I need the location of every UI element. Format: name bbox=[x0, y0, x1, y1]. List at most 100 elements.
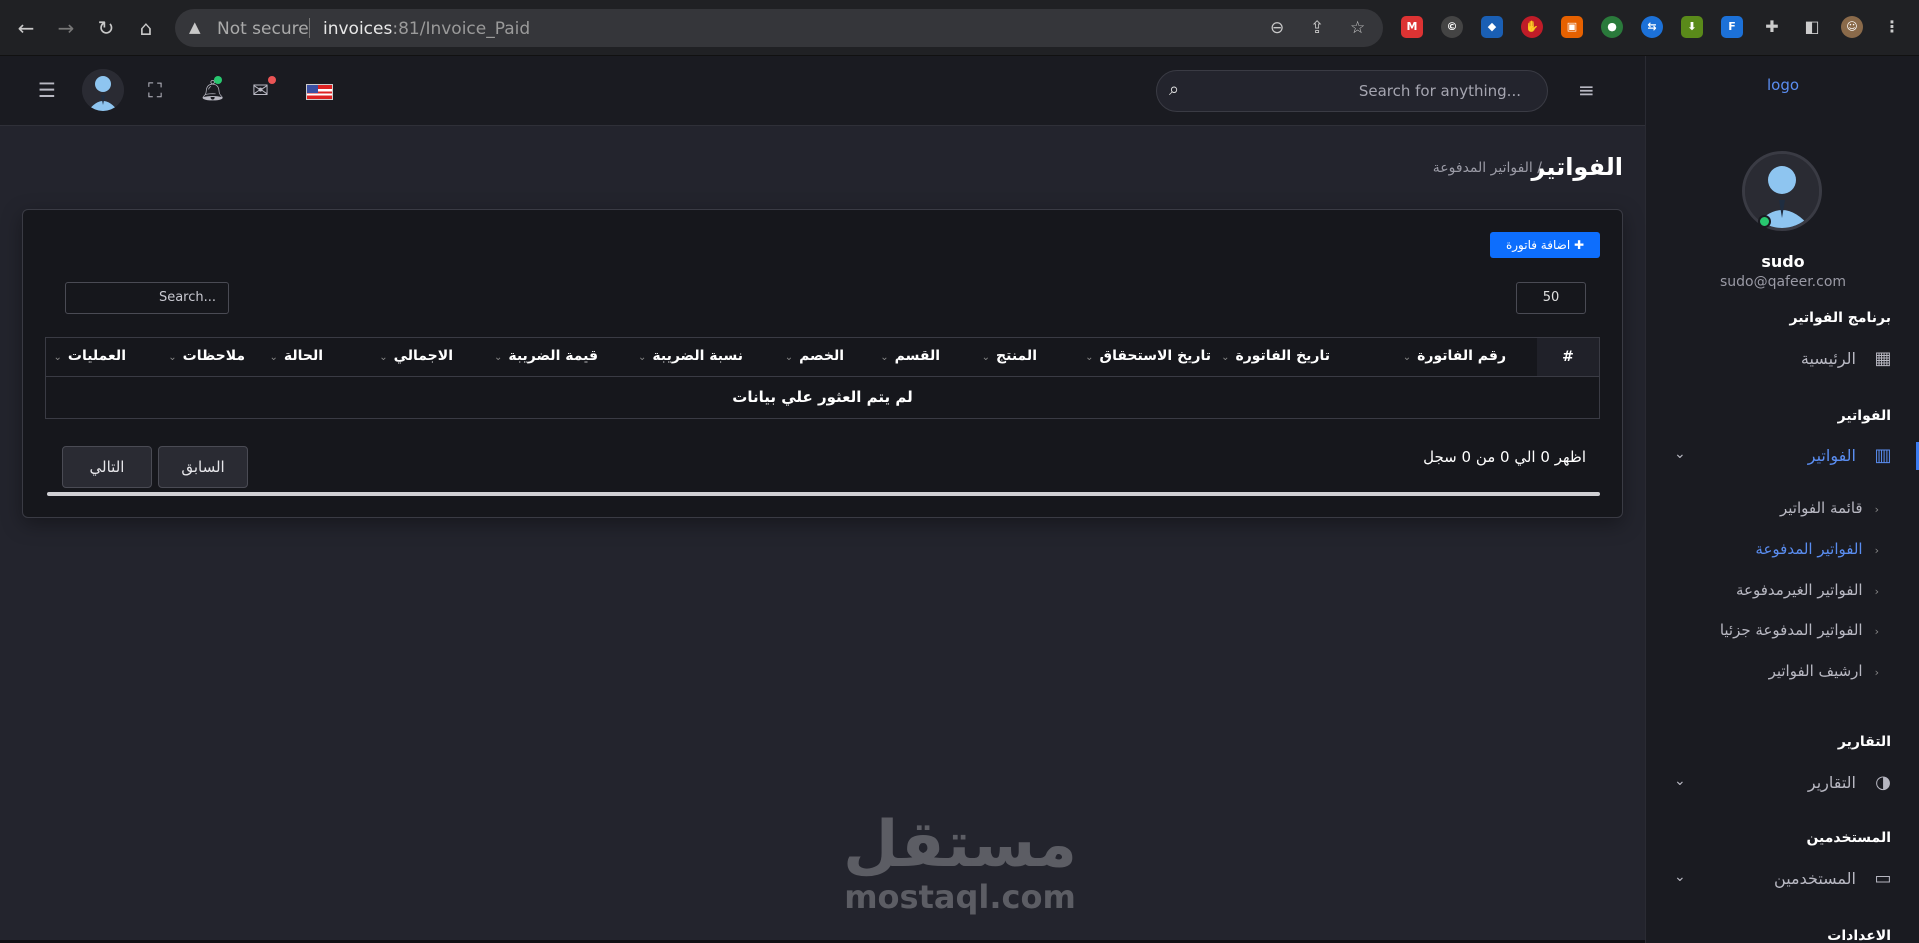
search-placeholder: Search for anything... bbox=[1358, 82, 1521, 100]
browser-chrome: ← → ↻ ⌂ ▲ Not secure invoices:81/Invoice… bbox=[0, 0, 1919, 56]
user-name: sudo bbox=[1761, 252, 1805, 271]
profile-avatar[interactable]: ☺ bbox=[1841, 16, 1863, 38]
column-hash[interactable]: # bbox=[1537, 338, 1599, 376]
chat-icon: ▭ bbox=[1874, 868, 1892, 889]
fullscreen-icon[interactable]: ⛶ bbox=[148, 80, 162, 100]
sidebar-item-invoices[interactable]: ▥ الفواتير ⌄ bbox=[1674, 439, 1894, 473]
extension-icon[interactable]: ▣ bbox=[1561, 16, 1583, 38]
column-header[interactable]: القسم⌄ bbox=[880, 348, 940, 364]
table-header: # رقم الفاتورة⌄ تاريخ الفاتورة⌄ تاريخ ال… bbox=[45, 337, 1600, 377]
sidebar-item-users[interactable]: ▭ المستخدمين ⌄ bbox=[1674, 862, 1894, 896]
sidebar: logo sudo sudo@qafeer.com برنامج الفواتي… bbox=[1645, 56, 1919, 943]
hamburger-icon[interactable]: ☰ bbox=[38, 80, 56, 100]
section-users: المستخدمين bbox=[1806, 830, 1891, 846]
column-header[interactable]: المنتج⌄ bbox=[982, 348, 1037, 364]
chart-icon: ▥ bbox=[1874, 445, 1892, 466]
next-button[interactable]: التالي bbox=[62, 446, 152, 488]
section-invoices: الفواتير bbox=[1837, 408, 1891, 424]
online-status-dot bbox=[1758, 215, 1771, 228]
column-header[interactable]: العمليات⌄ bbox=[54, 348, 127, 364]
chevron-down-icon: ⌄ bbox=[1674, 869, 1686, 885]
page-length-select[interactable]: 50 bbox=[1516, 282, 1586, 314]
chevron-down-icon: ⌄ bbox=[1674, 446, 1686, 462]
extension-icon[interactable]: ● bbox=[1601, 16, 1623, 38]
section-reports: التقارير bbox=[1837, 734, 1891, 750]
share-icon[interactable]: ⇪ bbox=[1310, 18, 1324, 38]
sidebar-avatar bbox=[1742, 151, 1822, 231]
menu-icon[interactable]: ⋮ bbox=[1881, 16, 1903, 38]
column-header[interactable]: قيمة الضريبة⌄ bbox=[494, 348, 598, 364]
divider bbox=[309, 18, 310, 38]
dashboard-icon: ▦ bbox=[1874, 348, 1892, 369]
section-settings: الاعدادات bbox=[1827, 928, 1891, 943]
watermark-arabic: مستقل bbox=[842, 808, 1078, 882]
sidebar-subitem-archive[interactable]: ‹ارشيف الفواتير bbox=[1769, 662, 1879, 680]
extension-icon[interactable]: ◆ bbox=[1481, 16, 1503, 38]
search-input[interactable]: ⌕ Search for anything... bbox=[1156, 70, 1548, 112]
sidebar-item-label: الفواتير bbox=[1807, 446, 1856, 465]
sidebar-subitem-unpaid-invoices[interactable]: ‹الفواتير الغيرمدفوعة bbox=[1736, 581, 1879, 599]
page-title: الفواتير bbox=[1531, 153, 1623, 181]
column-header[interactable]: الحالة⌄ bbox=[269, 348, 323, 364]
chevron-down-icon: ⌄ bbox=[1674, 773, 1686, 789]
sidebar-item-label: الرئيسية bbox=[1800, 349, 1856, 368]
notification-dot bbox=[214, 76, 222, 84]
pie-chart-icon: ◑ bbox=[1875, 772, 1891, 793]
search-icon: ⌕ bbox=[1169, 79, 1180, 100]
invoices-card: ✚ اضافة فاتورة 50 Search... # رقم الفاتو… bbox=[22, 209, 1623, 518]
sidebar-item-home[interactable]: ▦ الرئيسية bbox=[1674, 342, 1894, 376]
horizontal-scrollbar[interactable] bbox=[47, 492, 1600, 496]
url-text[interactable]: invoices:81/Invoice_Paid bbox=[323, 19, 530, 39]
address-bar[interactable]: ▲ Not secure invoices:81/Invoice_Paid ⊖ … bbox=[175, 9, 1383, 47]
extensions-puzzle-icon[interactable]: ✚ bbox=[1761, 16, 1783, 38]
plus-icon: ✚ bbox=[1570, 238, 1585, 252]
top-header: ☰ ⛶ 🔔︎ ✉ ⌕ Search for anything... ≡ bbox=[0, 56, 1645, 126]
mail-icon[interactable]: ✉ bbox=[252, 80, 269, 100]
warning-icon: ▲ bbox=[189, 18, 201, 36]
chevron-left-icon: ‹ bbox=[1874, 544, 1879, 557]
column-header[interactable]: نسبة الضريبة⌄ bbox=[638, 348, 743, 364]
home-icon[interactable]: ⌂ bbox=[132, 14, 160, 42]
sidebar-subitem-paid-invoices[interactable]: ‹الفواتير المدفوعة bbox=[1755, 540, 1879, 558]
sidebar-item-label: المستخدمين bbox=[1774, 869, 1856, 888]
previous-button[interactable]: السابق bbox=[158, 446, 248, 488]
sidepanel-icon[interactable]: ◧ bbox=[1801, 16, 1823, 38]
avatar[interactable] bbox=[82, 69, 124, 111]
watermark-latin: mostaql.com bbox=[844, 878, 1076, 916]
forward-icon[interactable]: → bbox=[52, 14, 80, 42]
empty-table-row: لم يتم العثور علي بيانات bbox=[45, 377, 1600, 419]
reload-icon[interactable]: ↻ bbox=[92, 14, 120, 42]
breadcrumb[interactable]: / الفواتير المدفوعة bbox=[1433, 160, 1542, 176]
chevron-left-icon: ‹ bbox=[1874, 585, 1879, 598]
column-header[interactable]: ملاحظات⌄ bbox=[168, 348, 245, 364]
bell-icon[interactable]: 🔔︎ bbox=[200, 80, 225, 100]
chevron-left-icon: ‹ bbox=[1874, 625, 1879, 638]
extension-icon[interactable]: ⇆ bbox=[1641, 16, 1663, 38]
flag-icon[interactable] bbox=[306, 84, 333, 100]
extension-icon[interactable]: ✋ bbox=[1521, 16, 1543, 38]
back-icon[interactable]: ← bbox=[12, 14, 40, 42]
chevron-left-icon: ‹ bbox=[1874, 503, 1879, 516]
column-header[interactable]: الاجمالي⌄ bbox=[379, 348, 453, 364]
table-info: اظهر 0 الي 0 من 0 سجل bbox=[1423, 448, 1586, 466]
security-label: Not secure bbox=[217, 19, 309, 39]
star-icon[interactable]: ☆ bbox=[1350, 18, 1365, 38]
extension-icon[interactable]: F bbox=[1721, 16, 1743, 38]
extension-icon[interactable]: M bbox=[1401, 16, 1423, 38]
logo[interactable]: logo bbox=[1646, 76, 1919, 94]
table-search-input[interactable]: Search... bbox=[65, 282, 229, 314]
extension-icon[interactable]: ⬇ bbox=[1681, 16, 1703, 38]
add-invoice-button[interactable]: ✚ اضافة فاتورة bbox=[1490, 232, 1600, 258]
column-header[interactable]: تاريخ الاستحقاق⌄ bbox=[1085, 348, 1211, 364]
zoom-icon[interactable]: ⊖ bbox=[1270, 18, 1284, 38]
column-header[interactable]: الخصم⌄ bbox=[785, 348, 844, 364]
sidebar-subitem-partially-paid[interactable]: ‹الفواتير المدفوعة جزئيا bbox=[1720, 621, 1879, 639]
extension-icon[interactable]: © bbox=[1441, 16, 1463, 38]
sidebar-subitem-invoice-list[interactable]: ‹قائمة الفواتير bbox=[1780, 499, 1879, 517]
menu-toggle-icon[interactable]: ≡ bbox=[1578, 80, 1595, 100]
sidebar-item-reports[interactable]: ◑ التقارير ⌄ bbox=[1674, 766, 1894, 800]
column-header[interactable]: رقم الفاتورة⌄ bbox=[1403, 348, 1506, 364]
notification-dot bbox=[268, 76, 276, 84]
column-header[interactable]: تاريخ الفاتورة⌄ bbox=[1221, 348, 1330, 364]
user-email: sudo@qafeer.com bbox=[1719, 274, 1847, 290]
